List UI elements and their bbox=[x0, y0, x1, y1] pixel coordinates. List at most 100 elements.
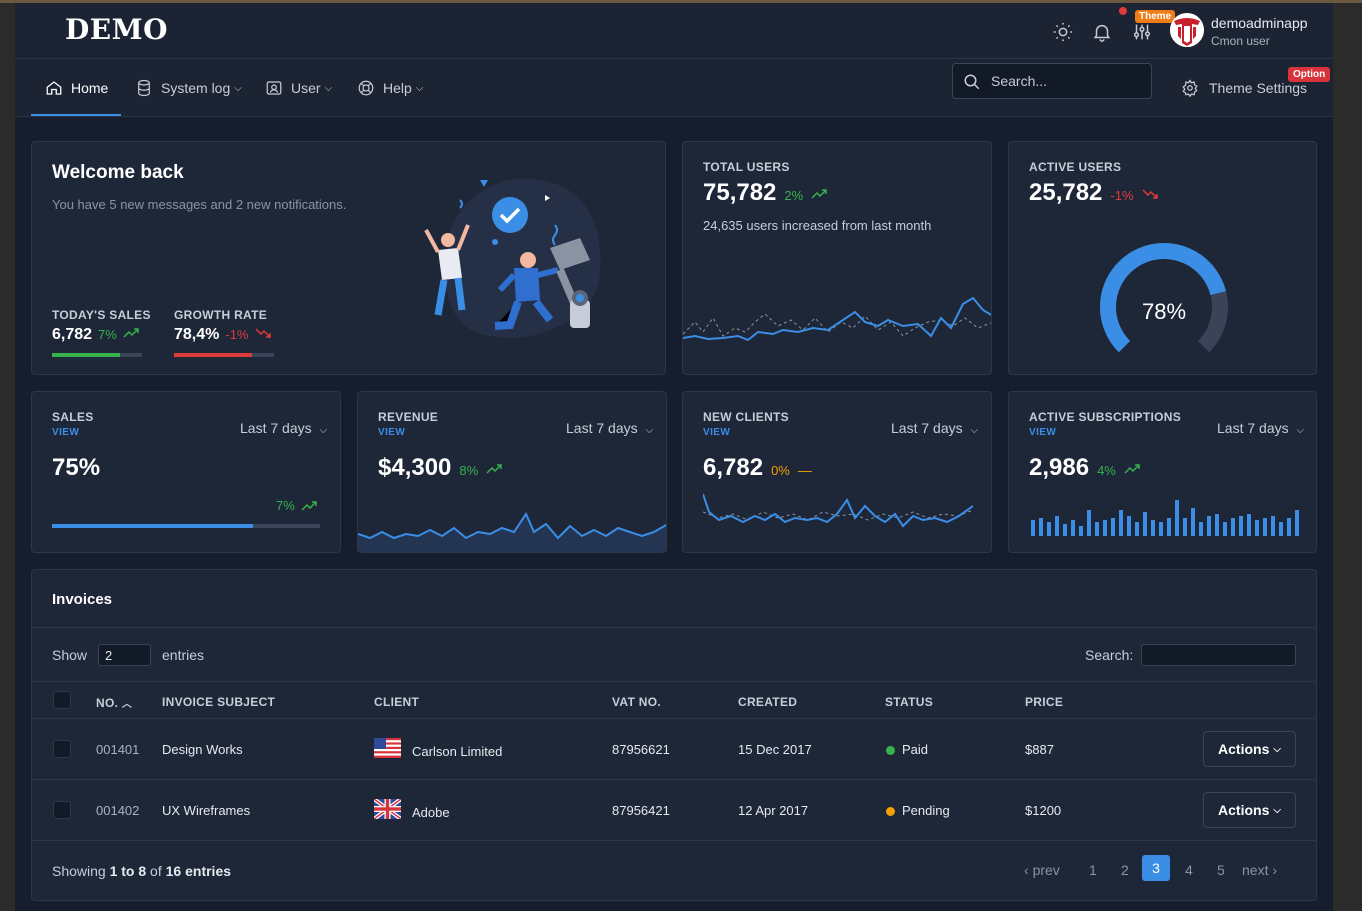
trend-up-icon bbox=[123, 328, 139, 338]
entries-count-input[interactable]: 2 bbox=[98, 644, 151, 666]
user-name[interactable]: demoadminapp bbox=[1211, 15, 1308, 31]
new-clients-label: NEW CLIENTS bbox=[703, 410, 789, 424]
trend-up-icon bbox=[1124, 464, 1140, 474]
created-date: 12 Apr 2017 bbox=[738, 803, 809, 818]
nav-user[interactable]: User ⌵ bbox=[265, 59, 332, 117]
total-users-value: 75,782 bbox=[703, 179, 777, 206]
todays-sales-change: 7% bbox=[98, 327, 117, 342]
price: $887 bbox=[1025, 742, 1054, 757]
sales-change: 7% bbox=[276, 498, 295, 513]
column-header-created[interactable]: CREATED bbox=[738, 695, 797, 709]
invoice-number: 001401 bbox=[96, 742, 140, 757]
bell-icon[interactable] bbox=[1091, 21, 1113, 43]
trend-up-icon bbox=[811, 189, 827, 199]
gauge-label: 78% bbox=[1142, 299, 1186, 324]
active-users-card: ACTIVE USERS 25,782 -1% 78% bbox=[1008, 141, 1317, 375]
price: $1200 bbox=[1025, 803, 1062, 818]
celebration-illustration bbox=[424, 178, 601, 338]
subscriptions-range-select[interactable]: Last 7 days ⌵ bbox=[1217, 420, 1304, 436]
new-clients-range-select[interactable]: Last 7 days ⌵ bbox=[891, 420, 978, 436]
range-label: Last 7 days bbox=[891, 420, 963, 436]
search-input[interactable] bbox=[991, 71, 1141, 91]
range-label: Last 7 days bbox=[1217, 420, 1289, 436]
created-date: 15 Dec 2017 bbox=[738, 742, 812, 757]
active-users-value: 25,782 bbox=[1029, 179, 1103, 206]
sales-range-select[interactable]: Last 7 days ⌵ bbox=[240, 420, 327, 436]
table-info: Showing 1 to 8 of 16 entries bbox=[52, 863, 231, 879]
search-box[interactable] bbox=[952, 63, 1152, 99]
entries-label: entries bbox=[162, 647, 205, 663]
gear-icon bbox=[1182, 79, 1198, 97]
page-2[interactable]: 2 bbox=[1121, 862, 1129, 878]
sales-card: SALES VIEW Last 7 days ⌵ 75% 7% bbox=[31, 391, 341, 553]
welcome-title: Welcome back bbox=[52, 162, 184, 183]
select-all-checkbox[interactable] bbox=[53, 691, 71, 709]
page-3-active[interactable]: 3 bbox=[1142, 855, 1170, 881]
chevron-right-icon: › bbox=[1272, 862, 1278, 878]
page-1[interactable]: 1 bbox=[1089, 862, 1097, 878]
total-users-label: TOTAL USERS bbox=[703, 160, 790, 174]
us-flag-icon bbox=[374, 738, 401, 758]
avatar[interactable] bbox=[1170, 13, 1204, 47]
row-checkbox[interactable] bbox=[53, 801, 71, 819]
todays-sales-progress bbox=[52, 353, 120, 357]
table-info-mid: of bbox=[146, 863, 166, 879]
range-label: Last 7 days bbox=[566, 420, 638, 436]
table-search-input[interactable] bbox=[1141, 644, 1296, 666]
column-header-vat[interactable]: VAT NO. bbox=[612, 695, 661, 709]
theme-settings-button[interactable]: Theme Settings bbox=[1181, 79, 1307, 97]
subscriptions-label: ACTIVE SUBSCRIPTIONS bbox=[1029, 410, 1182, 424]
subscriptions-change: 4% bbox=[1097, 463, 1116, 478]
growth-rate-label: GROWTH RATE bbox=[174, 308, 268, 322]
divider bbox=[32, 718, 1316, 719]
nav-help[interactable]: Help ⌵ bbox=[357, 59, 423, 117]
row-checkbox[interactable] bbox=[53, 740, 71, 758]
trend-up-icon bbox=[301, 500, 317, 511]
subscriptions-view-link[interactable]: VIEW bbox=[1029, 427, 1056, 438]
nav-home-label: Home bbox=[71, 80, 109, 96]
show-label: Show bbox=[52, 647, 88, 663]
lifebuoy-icon bbox=[358, 80, 374, 96]
actions-label: Actions bbox=[1218, 741, 1270, 757]
chevron-down-icon: ⌵ bbox=[319, 425, 328, 436]
actions-button[interactable]: Actions ⌵ bbox=[1203, 731, 1296, 767]
column-header-client[interactable]: CLIENT bbox=[374, 695, 419, 709]
vat-number: 87956621 bbox=[612, 742, 670, 757]
actions-button[interactable]: Actions ⌵ bbox=[1203, 792, 1296, 828]
pager-prev[interactable]: ‹ prev bbox=[1024, 862, 1060, 878]
page-5[interactable]: 5 bbox=[1217, 862, 1225, 878]
invoice-subject: UX Wireframes bbox=[162, 803, 251, 818]
pager-next[interactable]: next › bbox=[1242, 862, 1277, 878]
table-search-label: Search: bbox=[1085, 647, 1134, 663]
column-header-subject[interactable]: INVOICE SUBJECT bbox=[162, 695, 275, 709]
active-tab-indicator bbox=[31, 114, 121, 116]
divider bbox=[32, 681, 1316, 682]
page-4[interactable]: 4 bbox=[1185, 862, 1193, 878]
trend-down-icon bbox=[1142, 189, 1158, 199]
chevron-left-icon: ‹ bbox=[1024, 862, 1029, 878]
invoices-card: Invoices Show 2 entries Search: NO. ︿ IN… bbox=[31, 569, 1317, 901]
nav-system-log[interactable]: System log ⌵ bbox=[135, 59, 242, 117]
revenue-range-select[interactable]: Last 7 days ⌵ bbox=[566, 420, 653, 436]
status-dot bbox=[886, 746, 895, 755]
client-name: Adobe bbox=[412, 805, 450, 820]
revenue-area-chart bbox=[358, 511, 666, 552]
column-header-no[interactable]: NO. ︿ bbox=[96, 695, 132, 710]
sliders-icon[interactable] bbox=[1131, 21, 1153, 43]
theme-settings-label: Theme Settings bbox=[1209, 80, 1308, 96]
revenue-view-link[interactable]: VIEW bbox=[378, 427, 405, 438]
new-clients-view-link[interactable]: VIEW bbox=[703, 427, 730, 438]
new-clients-card: NEW CLIENTS VIEW Last 7 days ⌵ 6,782 0% … bbox=[682, 391, 992, 553]
column-header-status[interactable]: STATUS bbox=[885, 695, 933, 709]
sort-up-icon: ︿ bbox=[121, 699, 133, 710]
column-header-price[interactable]: PRICE bbox=[1025, 695, 1063, 709]
nav-home[interactable]: Home bbox=[45, 59, 108, 117]
database-icon bbox=[138, 79, 150, 97]
nav-user-label: User bbox=[291, 80, 321, 96]
new-clients-change: 0% bbox=[771, 463, 790, 478]
sales-view-link[interactable]: VIEW bbox=[52, 427, 79, 438]
app-logo[interactable]: DEMO bbox=[65, 13, 168, 46]
search-icon bbox=[964, 74, 980, 90]
sun-icon[interactable] bbox=[1052, 21, 1074, 43]
user-card-icon bbox=[266, 81, 282, 95]
